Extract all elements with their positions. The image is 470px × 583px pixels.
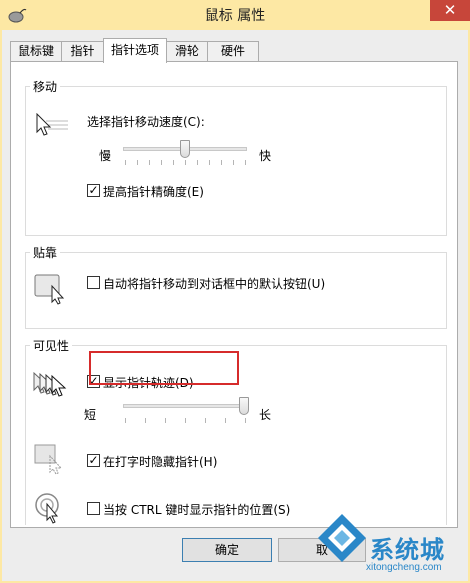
snap-label: 自动将指针移动到对话框中的默认按钮(U) (103, 277, 326, 291)
precision-checkbox[interactable]: ✓ (87, 184, 100, 197)
trail-length-slider-track[interactable] (123, 404, 247, 408)
motion-group: 移动 选择指针移动速度(C): 慢 快 ✓ 提高指针精确度(E) (25, 78, 447, 236)
visibility-group-label: 可见性 (30, 337, 73, 354)
motion-group-label: 移动 (30, 78, 61, 95)
watermark: 系统城 xitongcheng.com (314, 500, 470, 583)
pointer-location-icon (35, 493, 59, 524)
dialog-body: 鼠标键 指针 指针选项 滑轮 硬件 移动 选择指针移动速度(C): 慢 快 ✓ … (2, 30, 468, 581)
speed-slider-ticks (125, 160, 247, 165)
short-label: 短 (84, 408, 97, 422)
check-icon: ✓ (88, 453, 99, 467)
tab-buttons[interactable]: 鼠标键 (10, 41, 62, 62)
snap-group-label: 贴靠 (30, 244, 61, 261)
watermark-site: xitongcheng.com (366, 562, 442, 573)
hide-while-typing-label: 在打字时隐藏指针(H) (103, 455, 218, 469)
window-title: 鼠标 属性 (204, 8, 266, 24)
close-icon: ✕ (443, 1, 457, 19)
speed-slider-thumb[interactable] (180, 140, 190, 158)
tab-pointers[interactable]: 指针 (61, 41, 104, 62)
snap-group: 贴靠 自动将指针移动到对话框中的默认按钮(U) (25, 244, 447, 329)
hide-pointer-icon (34, 444, 63, 475)
precision-label: 提高指针精确度(E) (103, 185, 204, 199)
tab-wheel[interactable]: 滑轮 (166, 41, 208, 62)
long-label: 长 (259, 408, 272, 422)
trail-length-slider-thumb[interactable] (239, 397, 249, 415)
pointer-trails-icon (33, 372, 67, 397)
tab-panel: 移动 选择指针移动速度(C): 慢 快 ✓ 提高指针精确度(E) 贴靠 自动将指… (10, 61, 458, 528)
slow-label: 慢 (99, 149, 112, 163)
snap-checkbox[interactable] (87, 276, 100, 289)
snap-to-button-icon (34, 274, 65, 305)
title-bar[interactable]: 鼠标 属性 ✕ (0, 0, 470, 30)
trail-length-slider-ticks (125, 418, 247, 423)
pointer-speed-icon (36, 113, 68, 136)
speed-label: 选择指针移动速度(C): (87, 115, 205, 129)
check-icon: ✓ (88, 183, 99, 197)
tab-pointer-options[interactable]: 指针选项 (103, 38, 167, 63)
close-button[interactable]: ✕ (430, 0, 470, 21)
ok-button[interactable]: 确定 (182, 538, 272, 562)
fast-label: 快 (259, 149, 272, 163)
highlight-box (89, 351, 239, 385)
hide-while-typing-checkbox[interactable]: ✓ (87, 454, 100, 467)
tab-hardware[interactable]: 硬件 (207, 41, 259, 62)
ctrl-location-checkbox[interactable] (87, 502, 100, 515)
watermark-logo-icon (318, 514, 366, 562)
ctrl-location-label: 当按 CTRL 键时显示指针的位置(S) (103, 503, 291, 517)
watermark-text: 系统城 (370, 536, 445, 564)
